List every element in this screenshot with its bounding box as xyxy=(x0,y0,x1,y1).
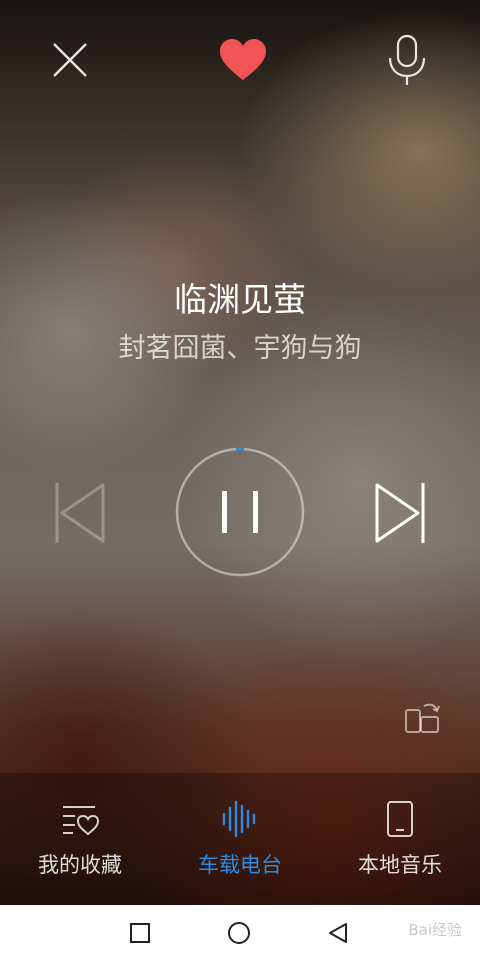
recents-square-icon xyxy=(130,923,150,943)
heart-icon xyxy=(220,39,266,80)
skip-previous-icon xyxy=(55,483,105,543)
previous-button[interactable] xyxy=(50,480,110,546)
tab-car-radio[interactable]: 车载电台 xyxy=(160,773,320,905)
next-button[interactable] xyxy=(370,480,430,546)
watermark-text: Bai经验 xyxy=(408,921,462,939)
recents-button[interactable] xyxy=(120,913,160,953)
pause-icon xyxy=(175,447,305,577)
tab-label: 本地音乐 xyxy=(358,853,442,877)
skip-next-icon xyxy=(375,483,425,543)
home-button[interactable] xyxy=(219,913,259,953)
bottom-tab-bar: 我的收藏 车载电台 本地音乐 xyxy=(0,773,480,905)
close-icon xyxy=(53,43,87,77)
tab-label: 我的收藏 xyxy=(38,853,122,877)
song-title: 临渊见萤 xyxy=(174,280,306,319)
tab-label: 车载电台 xyxy=(198,853,282,877)
close-button[interactable] xyxy=(40,30,100,90)
back-button[interactable] xyxy=(318,913,358,953)
tab-local-music[interactable]: 本地音乐 xyxy=(320,773,480,905)
song-artist: 封茗囧菌、宇狗与狗 xyxy=(118,333,362,364)
back-triangle-icon xyxy=(329,923,347,943)
sound-wave-icon xyxy=(222,800,256,838)
tab-my-favorites[interactable]: 我的收藏 xyxy=(0,773,160,905)
favorite-button[interactable] xyxy=(213,30,273,90)
play-pause-button[interactable] xyxy=(175,447,305,577)
microphone-icon xyxy=(388,34,426,85)
top-bar xyxy=(0,30,480,90)
home-circle-icon xyxy=(228,922,250,944)
system-navigation-bar: Bai经验 xyxy=(0,905,480,960)
phone-icon xyxy=(387,801,413,837)
device-switch-icon xyxy=(405,703,440,733)
voice-button[interactable] xyxy=(377,30,437,90)
favorites-list-icon xyxy=(63,806,100,836)
switch-device-button[interactable] xyxy=(402,697,442,737)
